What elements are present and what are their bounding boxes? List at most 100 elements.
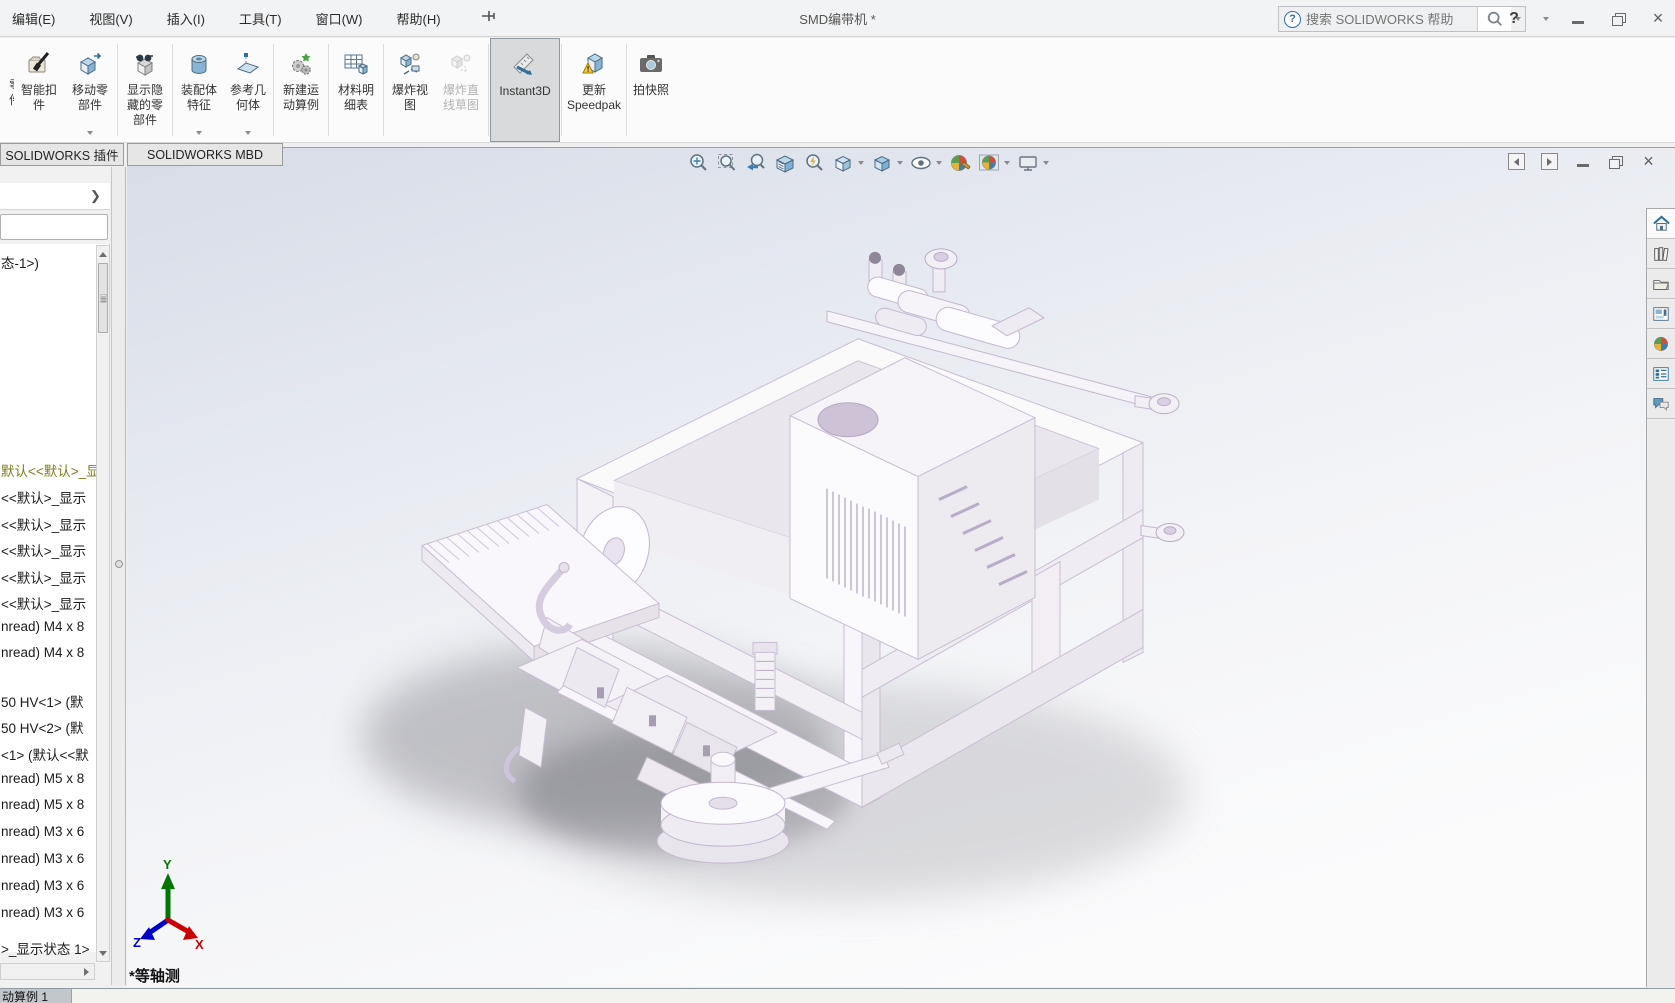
panel-splitter[interactable] xyxy=(111,167,126,985)
menu-help[interactable]: 帮助(H) xyxy=(393,7,445,30)
task-pane xyxy=(1646,208,1675,987)
ribbon-button-new-motion-study[interactable]: 新建运 动算例 xyxy=(275,38,327,142)
display-style-dropdown-icon[interactable] xyxy=(897,161,903,165)
zoom-to-fit-icon[interactable] xyxy=(687,152,709,174)
scrollbar-thumb[interactable] xyxy=(98,263,108,333)
assembly-features-dropdown-icon[interactable] xyxy=(196,131,202,135)
ribbon-button-clipped[interactable]: 零 件 xyxy=(0,38,14,142)
ribbon-button-smart-fasteners[interactable]: 智能扣 件 xyxy=(14,38,64,142)
pin-menu-icon[interactable] xyxy=(481,9,497,28)
ribbon-button-move-component[interactable]: 移动零 部件 xyxy=(64,38,116,142)
graphics-viewport[interactable]: Y Z X xyxy=(127,147,1675,987)
tree-horizontal-scrollbar[interactable] xyxy=(0,963,95,980)
view-orientation-icon[interactable] xyxy=(832,152,854,174)
previous-view-icon[interactable] xyxy=(745,152,767,174)
new-motion-study-icon xyxy=(288,51,314,77)
ribbon-separator xyxy=(328,44,329,136)
restore-button[interactable] xyxy=(1607,8,1629,30)
move-component-dropdown-icon[interactable] xyxy=(87,131,93,135)
doc-close-button[interactable]: × xyxy=(1640,153,1657,170)
view-orientation-dropdown-icon[interactable] xyxy=(858,161,864,165)
scroll-up-icon[interactable] xyxy=(97,247,109,261)
command-manager-tabs: SOLIDWORKS 插件 SOLIDWORKS MBD xyxy=(0,143,286,167)
menu-view[interactable]: 视图(V) xyxy=(85,7,136,30)
exploded-view-icon xyxy=(397,51,423,77)
feature-tree-area[interactable] xyxy=(0,244,110,952)
ribbon-button-take-snapshot[interactable]: 拍快照 xyxy=(628,38,674,142)
taskpane-forum-button[interactable] xyxy=(1647,389,1675,419)
ribbon-button-instant3d[interactable]: Instant3D xyxy=(490,38,560,142)
scroll-right-icon[interactable] xyxy=(79,965,93,978)
instant3d-icon xyxy=(512,52,538,78)
move-component-icon xyxy=(77,51,103,77)
custom-properties-icon xyxy=(1652,365,1670,383)
ribbon-button-show-hidden[interactable]: 显示隐 藏的零 部件 xyxy=(119,38,171,142)
doc-minimize-button[interactable] xyxy=(1574,153,1591,170)
apply-scene-icon[interactable] xyxy=(978,152,1000,174)
ribbon-button-update-speedpak[interactable]: 更新 Speedpak xyxy=(563,38,625,142)
taskpane-appearances-button[interactable] xyxy=(1647,329,1675,359)
taskpane-file-explorer-button[interactable] xyxy=(1647,269,1675,299)
home-icon xyxy=(1652,214,1671,233)
annotation-view-icon[interactable] xyxy=(803,152,825,174)
flyout-expand-icon[interactable]: ❯ xyxy=(90,188,104,202)
menu-window[interactable]: 窗口(W) xyxy=(312,7,367,30)
hide-show-items-icon[interactable] xyxy=(910,152,932,174)
solidworks-window: 编辑(E) 视图(V) 插入(I) 工具(T) 窗口(W) 帮助(H) SMD编… xyxy=(0,0,1675,1003)
document-window-controls: × xyxy=(1508,153,1657,170)
doc-restore-button[interactable] xyxy=(1607,153,1624,170)
motion-study-tab[interactable]: 动算例 1 xyxy=(0,989,72,1003)
svg-text:Y: Y xyxy=(163,857,172,872)
splitter-handle-icon[interactable] xyxy=(115,560,123,568)
update-speedpak-icon xyxy=(581,51,607,77)
window-title: SMD编带机 * xyxy=(700,0,975,37)
edit-appearance-icon[interactable] xyxy=(949,152,971,174)
scroll-down-icon[interactable] xyxy=(97,946,109,960)
smart-fastener-icon xyxy=(26,51,52,77)
tree-filter-box[interactable] xyxy=(0,214,108,240)
forum-icon xyxy=(1652,395,1670,413)
search-input[interactable] xyxy=(1306,12,1477,27)
reference-geometry-dropdown-icon[interactable] xyxy=(245,131,251,135)
pane-left-icon[interactable] xyxy=(1508,153,1525,170)
help-dropdown-icon[interactable] xyxy=(1543,17,1549,21)
ribbon-button-bill-of-materials[interactable]: 材料明 细表 xyxy=(330,38,382,142)
menu-insert[interactable]: 插入(I) xyxy=(163,7,209,30)
show-hidden-components-icon xyxy=(132,51,158,77)
minimize-button[interactable] xyxy=(1567,8,1589,30)
display-style-icon[interactable] xyxy=(871,152,893,174)
tree-vertical-scrollbar[interactable] xyxy=(96,245,110,962)
hide-show-items-dropdown-icon[interactable] xyxy=(936,161,942,165)
tab-solidworks-mbd[interactable]: SOLIDWORKS MBD xyxy=(127,143,283,166)
folder-icon xyxy=(1652,275,1670,293)
menu-edit[interactable]: 编辑(E) xyxy=(8,7,59,30)
ribbon-button-assembly-features[interactable]: 装配体 特征 xyxy=(174,38,224,142)
taskpane-design-library-button[interactable] xyxy=(1647,239,1675,269)
view-orientation-label: *等轴测 xyxy=(129,965,180,986)
reference-geometry-icon xyxy=(235,51,261,77)
taskpane-custom-properties-button[interactable] xyxy=(1647,359,1675,389)
design-library-icon xyxy=(1652,245,1670,263)
ribbon-separator xyxy=(488,44,489,136)
help-button[interactable]: ? xyxy=(1503,8,1525,30)
menu-tools[interactable]: 工具(T) xyxy=(235,7,286,30)
ribbon-separator xyxy=(172,44,173,136)
menubar: 编辑(E) 视图(V) 插入(I) 工具(T) 窗口(W) 帮助(H) xyxy=(8,0,497,37)
view-settings-icon[interactable] xyxy=(1017,152,1039,174)
apply-scene-dropdown-icon[interactable] xyxy=(1004,161,1010,165)
view-settings-dropdown-icon[interactable] xyxy=(1043,161,1049,165)
close-button[interactable]: × xyxy=(1647,8,1669,30)
taskpane-view-palette-button[interactable] xyxy=(1647,299,1675,329)
ribbon-button-exploded-view[interactable]: 爆炸视 图 xyxy=(385,38,435,142)
titlebar: 编辑(E) 视图(V) 插入(I) 工具(T) 窗口(W) 帮助(H) SMD编… xyxy=(0,0,1675,37)
ribbon-button-reference-geometry[interactable]: 参考几 何体 xyxy=(224,38,272,142)
ribbon-separator xyxy=(383,44,384,136)
bill-of-materials-icon xyxy=(343,51,369,77)
pane-right-icon[interactable] xyxy=(1541,153,1558,170)
svg-text:X: X xyxy=(195,937,204,952)
zoom-to-area-icon[interactable] xyxy=(716,152,738,174)
taskpane-home-button[interactable] xyxy=(1647,209,1675,239)
ribbon-separator xyxy=(273,44,274,136)
section-view-icon[interactable] xyxy=(774,152,796,174)
tab-solidworks-addins[interactable]: SOLIDWORKS 插件 xyxy=(0,143,124,166)
